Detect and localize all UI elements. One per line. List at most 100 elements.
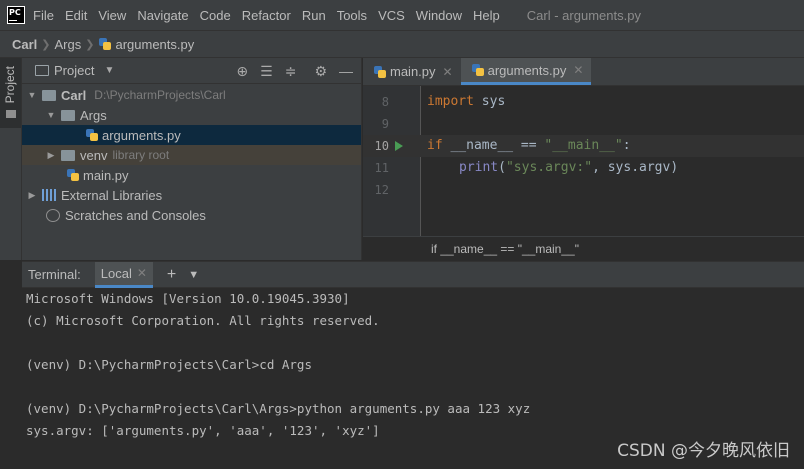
python-file-icon xyxy=(85,128,99,142)
chevron-down-icon[interactable]: ▼ xyxy=(26,90,38,100)
code-editor[interactable]: 8 import sys 9 10 if __name__ == "__main… xyxy=(363,86,804,236)
tree-scratches-label: Scratches and Consoles xyxy=(65,207,206,223)
pycharm-logo-icon: PC xyxy=(7,6,25,24)
tree-root-label: Carl xyxy=(61,87,87,103)
code-line-current[interactable]: 10 if __name__ == "__main__": xyxy=(363,135,804,157)
code-line[interactable]: 8 import sys xyxy=(363,91,804,113)
scratches-icon xyxy=(46,208,60,222)
chevron-down-icon[interactable]: ▼ xyxy=(188,269,199,281)
terminal-line: (venv) D:\PycharmProjects\Carl\Args>pyth… xyxy=(26,401,531,416)
menu-help[interactable]: Help xyxy=(473,8,500,23)
terminal-line: sys.argv: ['arguments.py', 'aaa', '123',… xyxy=(26,423,380,438)
code-text: if __name__ == "__main__": xyxy=(427,138,631,153)
project-panel-header: Project ▼ ⊕ ☰ ≑ ⚙ — xyxy=(22,58,361,84)
menu-window[interactable]: Window xyxy=(416,8,462,23)
folder-icon xyxy=(6,110,16,118)
code-line[interactable]: 9 xyxy=(363,113,804,135)
tree-item-args[interactable]: ▼ Args xyxy=(22,105,361,125)
libraries-icon xyxy=(42,189,56,201)
terminal-header: Terminal: Local ✕ + ▼ xyxy=(22,261,804,288)
terminal-output[interactable]: Microsoft Windows [Version 10.0.19045.39… xyxy=(22,288,804,469)
tab-main-py-label: main.py xyxy=(390,64,436,79)
project-tool-tab-label: Project xyxy=(3,66,17,104)
menu-refactor[interactable]: Refactor xyxy=(242,8,291,23)
tree-venv-label: venv xyxy=(80,147,108,163)
close-icon[interactable]: ✕ xyxy=(573,63,583,77)
breadcrumb-folder[interactable]: Args xyxy=(55,37,82,52)
python-file-icon xyxy=(66,168,80,182)
window-title: Carl - arguments.py xyxy=(526,7,641,23)
run-gutter-icon[interactable] xyxy=(395,141,403,151)
menu-file[interactable]: File xyxy=(33,8,54,23)
close-icon[interactable]: ✕ xyxy=(443,65,453,79)
tree-item-external-libraries[interactable]: ▶ External Libraries xyxy=(22,185,361,205)
terminal-tab-local[interactable]: Local ✕ xyxy=(94,261,153,288)
tab-arguments-py-label: arguments.py xyxy=(487,62,567,78)
gear-icon[interactable]: ⚙ xyxy=(314,63,327,80)
folder-icon xyxy=(35,65,49,76)
menu-edit[interactable]: Edit xyxy=(65,8,87,23)
python-file-icon xyxy=(471,63,485,77)
tree-main-label: main.py xyxy=(83,167,129,183)
tree-item-venv[interactable]: ▶ venv library root xyxy=(22,145,361,165)
line-number: 9 xyxy=(381,117,389,131)
csdn-watermark: CSDN @今夕晚风依旧 xyxy=(617,441,790,461)
chevron-right-icon: ❯ xyxy=(85,38,95,51)
menu-tools[interactable]: Tools xyxy=(337,8,367,23)
terminal-tab-label: Local xyxy=(100,265,132,281)
add-terminal-icon[interactable]: + xyxy=(167,266,176,284)
chevron-right-icon[interactable]: ▶ xyxy=(26,190,38,201)
tree-arguments-label: arguments.py xyxy=(102,127,181,143)
editor-breadcrumb-status[interactable]: if __name__ == "__main__" xyxy=(363,236,804,260)
python-file-icon xyxy=(373,65,387,79)
expand-all-icon[interactable]: ☰ xyxy=(260,63,273,80)
menu-bar: PC File Edit View Navigate Code Refactor… xyxy=(0,0,804,30)
tree-item-main-py[interactable]: main.py xyxy=(22,165,361,185)
python-file-icon xyxy=(98,37,112,51)
chevron-right-icon[interactable]: ▶ xyxy=(45,150,57,161)
project-panel-title[interactable]: Project xyxy=(54,63,94,78)
chevron-right-icon: ❯ xyxy=(41,38,51,51)
code-line[interactable]: 12 xyxy=(363,179,804,201)
tree-venv-hint: library root xyxy=(112,148,170,162)
breadcrumb: Carl ❯ Args ❯ arguments.py xyxy=(0,30,804,58)
tab-main-py[interactable]: main.py ✕ xyxy=(363,58,461,85)
breadcrumb-project[interactable]: Carl xyxy=(12,37,37,52)
terminal-title: Terminal: xyxy=(28,267,81,282)
tree-item-arguments-py[interactable]: arguments.py xyxy=(22,125,361,145)
line-number: 10 xyxy=(374,139,389,153)
chevron-down-icon[interactable]: ▼ xyxy=(45,110,57,120)
terminal-line: (venv) D:\PycharmProjects\Carl>cd Args xyxy=(26,357,312,372)
close-icon[interactable]: ✕ xyxy=(137,266,147,280)
terminal-line: Microsoft Windows [Version 10.0.19045.39… xyxy=(26,291,350,306)
menu-code[interactable]: Code xyxy=(200,8,231,23)
line-number: 8 xyxy=(381,95,389,109)
collapse-all-icon[interactable]: ≑ xyxy=(285,63,297,80)
tab-arguments-py[interactable]: arguments.py ✕ xyxy=(460,58,592,85)
chevron-down-icon[interactable]: ▼ xyxy=(104,65,114,76)
menu-vcs[interactable]: VCS xyxy=(378,8,405,23)
project-tool-tab[interactable]: Project xyxy=(0,58,21,128)
menu-view[interactable]: View xyxy=(98,8,126,23)
code-line[interactable]: 11 print("sys.argv:", sys.argv) xyxy=(363,157,804,179)
breadcrumb-file[interactable]: arguments.py xyxy=(115,37,194,52)
tree-args-label: Args xyxy=(80,107,107,123)
folder-icon xyxy=(61,149,75,161)
project-panel: Project ▼ ⊕ ☰ ≑ ⚙ — ▼ Carl D:\PycharmPro… xyxy=(22,58,362,260)
line-number: 12 xyxy=(374,183,389,197)
minimize-icon[interactable]: — xyxy=(339,63,353,80)
menu-run[interactable]: Run xyxy=(302,8,326,23)
editor-tab-bar: main.py ✕ arguments.py ✕ xyxy=(363,58,804,86)
folder-icon xyxy=(61,109,75,121)
tree-item-root[interactable]: ▼ Carl D:\PycharmProjects\Carl xyxy=(22,85,361,105)
locate-icon[interactable]: ⊕ xyxy=(236,63,248,80)
code-text: print("sys.argv:", sys.argv) xyxy=(459,160,679,175)
tree-item-scratches[interactable]: Scratches and Consoles xyxy=(22,205,361,225)
code-text: import sys xyxy=(427,94,506,109)
tree-root-path: D:\PycharmProjects\Carl xyxy=(94,88,226,102)
folder-icon xyxy=(42,89,56,101)
line-number: 11 xyxy=(374,161,389,175)
tool-window-strip: Project xyxy=(0,58,22,260)
menu-navigate[interactable]: Navigate xyxy=(137,8,188,23)
tree-external-libraries-label: External Libraries xyxy=(61,187,163,203)
